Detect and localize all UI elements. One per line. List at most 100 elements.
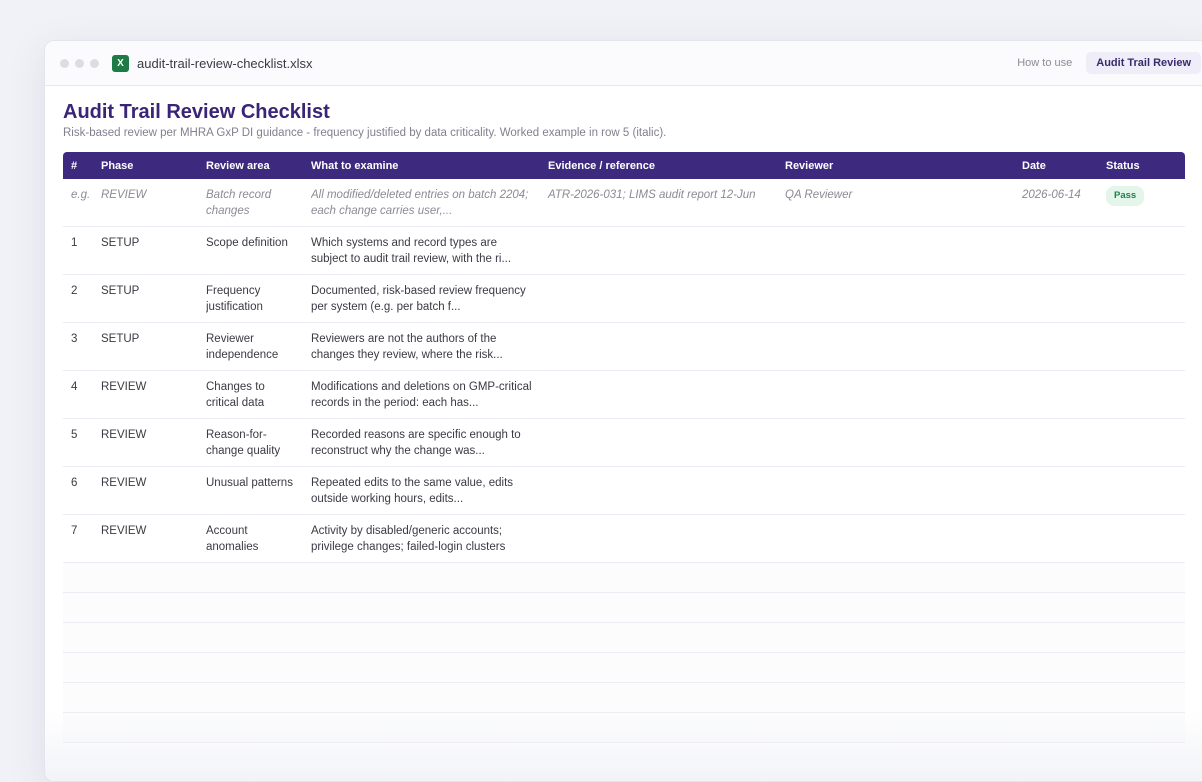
empty-cell[interactable] [198, 562, 303, 593]
cell-review-area[interactable]: Batch record changes [198, 179, 303, 227]
empty-cell[interactable] [540, 592, 777, 623]
col-header-num[interactable]: # [63, 152, 93, 179]
cell-reviewer[interactable] [777, 370, 1014, 419]
empty-cell[interactable] [540, 562, 777, 593]
cell-date[interactable] [1014, 418, 1098, 467]
cell-review-area[interactable]: Reviewer independence [198, 322, 303, 371]
cell-review-area[interactable]: Frequency justification [198, 274, 303, 323]
empty-cell[interactable] [63, 592, 93, 623]
empty-cell[interactable] [540, 652, 777, 683]
cell-status[interactable] [1098, 322, 1185, 371]
cell-evidence[interactable] [540, 466, 777, 515]
empty-cell[interactable] [63, 622, 93, 653]
cell-status[interactable]: Pass [1098, 179, 1185, 227]
cell-phase[interactable]: SETUP [93, 226, 198, 275]
empty-cell[interactable] [777, 652, 1014, 683]
empty-cell[interactable] [63, 652, 93, 683]
empty-cell[interactable] [93, 592, 198, 623]
cell-phase[interactable]: SETUP [93, 274, 198, 323]
cell-evidence[interactable] [540, 370, 777, 419]
empty-cell[interactable] [303, 682, 540, 713]
cell-review-area[interactable]: Reason-for-change quality [198, 418, 303, 467]
empty-cell[interactable] [1098, 562, 1185, 593]
cell-evidence[interactable] [540, 226, 777, 275]
cell-num[interactable]: 6 [63, 466, 93, 515]
cell-status[interactable] [1098, 418, 1185, 467]
empty-cell[interactable] [540, 622, 777, 653]
cell-status[interactable] [1098, 370, 1185, 419]
cell-date[interactable] [1014, 370, 1098, 419]
cell-date[interactable] [1014, 226, 1098, 275]
cell-review-area[interactable]: Unusual patterns [198, 466, 303, 515]
col-header-phase[interactable]: Phase [93, 152, 198, 179]
col-header-what-to-examine[interactable]: What to examine [303, 152, 540, 179]
empty-cell[interactable] [198, 652, 303, 683]
cell-num[interactable]: 4 [63, 370, 93, 419]
cell-what-to-examine[interactable]: Which systems and record types are subje… [303, 226, 540, 275]
empty-cell[interactable] [93, 652, 198, 683]
cell-phase[interactable]: SETUP [93, 322, 198, 371]
close-dot-icon[interactable] [60, 58, 69, 68]
cell-what-to-examine[interactable]: Modifications and deletions on GMP-criti… [303, 370, 540, 419]
cell-num[interactable]: 3 [63, 322, 93, 371]
empty-cell[interactable] [63, 562, 93, 593]
cell-review-area[interactable]: Changes to critical data [198, 370, 303, 419]
cell-what-to-examine[interactable]: Reviewers are not the authors of the cha… [303, 322, 540, 371]
empty-cell[interactable] [303, 592, 540, 623]
col-header-reviewer[interactable]: Reviewer [777, 152, 1014, 179]
cell-evidence[interactable]: ATR-2026-031; LIMS audit report 12-Jun [540, 179, 777, 227]
cell-evidence[interactable] [540, 322, 777, 371]
empty-cell[interactable] [93, 562, 198, 593]
cell-phase[interactable]: REVIEW [93, 370, 198, 419]
empty-cell[interactable] [93, 622, 198, 653]
cell-reviewer[interactable] [777, 466, 1014, 515]
cell-status[interactable] [1098, 514, 1185, 563]
cell-date[interactable]: 2026-06-14 [1014, 179, 1098, 227]
cell-what-to-examine[interactable]: Activity by disabled/generic accounts; p… [303, 514, 540, 563]
cell-evidence[interactable] [540, 514, 777, 563]
cell-review-area[interactable]: Account anomalies [198, 514, 303, 563]
empty-cell[interactable] [777, 682, 1014, 713]
empty-cell[interactable] [1014, 682, 1098, 713]
empty-cell[interactable] [1098, 682, 1185, 713]
empty-cell[interactable] [777, 622, 1014, 653]
cell-reviewer[interactable]: QA Reviewer [777, 179, 1014, 227]
empty-cell[interactable] [540, 682, 777, 713]
cell-num[interactable]: 2 [63, 274, 93, 323]
empty-cell[interactable] [777, 562, 1014, 593]
empty-cell[interactable] [1014, 562, 1098, 593]
cell-date[interactable] [1014, 466, 1098, 515]
cell-num[interactable]: 7 [63, 514, 93, 563]
col-header-status[interactable]: Status [1098, 152, 1185, 179]
cell-phase[interactable]: REVIEW [93, 514, 198, 563]
empty-cell[interactable] [198, 592, 303, 623]
empty-cell[interactable] [1098, 652, 1185, 683]
cell-reviewer[interactable] [777, 274, 1014, 323]
empty-cell[interactable] [777, 592, 1014, 623]
empty-cell[interactable] [1014, 622, 1098, 653]
cell-reviewer[interactable] [777, 514, 1014, 563]
cell-phase[interactable]: REVIEW [93, 179, 198, 227]
empty-cell[interactable] [93, 682, 198, 713]
cell-reviewer[interactable] [777, 322, 1014, 371]
cell-reviewer[interactable] [777, 226, 1014, 275]
col-header-date[interactable]: Date [1014, 152, 1098, 179]
minimize-dot-icon[interactable] [75, 58, 84, 68]
cell-status[interactable] [1098, 226, 1185, 275]
empty-cell[interactable] [303, 562, 540, 593]
empty-cell[interactable] [198, 682, 303, 713]
cell-evidence[interactable] [540, 418, 777, 467]
empty-cell[interactable] [1098, 622, 1185, 653]
cell-date[interactable] [1014, 322, 1098, 371]
empty-cell[interactable] [1014, 652, 1098, 683]
col-header-review-area[interactable]: Review area [198, 152, 303, 179]
cell-review-area[interactable]: Scope definition [198, 226, 303, 275]
cell-status[interactable] [1098, 274, 1185, 323]
cell-status[interactable] [1098, 466, 1185, 515]
cell-what-to-examine[interactable]: Repeated edits to the same value, edits … [303, 466, 540, 515]
cell-date[interactable] [1014, 514, 1098, 563]
cell-phase[interactable]: REVIEW [93, 466, 198, 515]
empty-cell[interactable] [198, 622, 303, 653]
tab-audit-trail-review[interactable]: Audit Trail Review [1086, 52, 1201, 74]
cell-reviewer[interactable] [777, 418, 1014, 467]
